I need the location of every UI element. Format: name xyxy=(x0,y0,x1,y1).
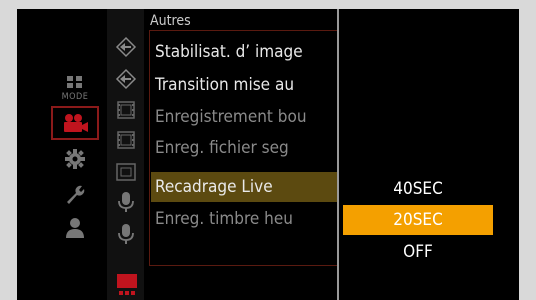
microphone-icon xyxy=(118,224,134,244)
option-off[interactable]: OFF xyxy=(343,237,493,267)
tab-frame[interactable] xyxy=(113,159,139,185)
diamond-arrow-icon xyxy=(115,68,137,90)
mode-icon xyxy=(67,76,82,88)
category-tools[interactable] xyxy=(51,177,99,211)
wrench-icon xyxy=(67,185,85,204)
tab-rec[interactable] xyxy=(115,271,139,300)
tab-diamond-2[interactable] xyxy=(113,66,139,92)
tab-film-2[interactable] xyxy=(113,127,139,153)
video-camera-icon xyxy=(64,114,88,132)
category-column: MODE xyxy=(17,9,107,300)
tab-mic-1[interactable] xyxy=(113,189,139,215)
category-my-menu[interactable] xyxy=(51,211,99,245)
menu-item-timbre[interactable]: Enreg. timbre heu xyxy=(151,204,337,234)
gear-icon xyxy=(65,149,85,169)
film-icon xyxy=(117,131,135,149)
person-icon xyxy=(66,218,84,238)
camera-screen: MODE Autres Stabilisat. d’ image Transit… xyxy=(17,9,519,300)
tab-film-1[interactable] xyxy=(113,97,139,123)
menu-item-enregistrement[interactable]: Enregistrement bou xyxy=(151,102,337,132)
tab-diamond-1[interactable] xyxy=(113,34,139,60)
option-list: 40SEC 20SEC OFF xyxy=(339,9,519,300)
category-mode[interactable]: MODE xyxy=(51,71,99,105)
microphone-icon xyxy=(118,192,134,212)
category-settings[interactable] xyxy=(51,142,99,176)
film-icon xyxy=(117,101,135,119)
tab-mic-2[interactable] xyxy=(113,221,139,247)
rec-icon xyxy=(117,274,137,295)
menu-item-transition[interactable]: Transition mise au xyxy=(151,70,337,100)
page-title: Autres xyxy=(150,13,191,29)
frame-icon xyxy=(116,163,136,181)
menu-list: Autres Stabilisat. d’ image Transition m… xyxy=(147,9,338,300)
category-video[interactable] xyxy=(51,106,99,140)
tab-column xyxy=(107,9,144,300)
menu-item-enreg-fichier[interactable]: Enreg. fichier seg xyxy=(151,133,337,163)
diamond-arrow-icon xyxy=(115,36,137,58)
menu-item-stabilisation[interactable]: Stabilisat. d’ image xyxy=(151,37,337,67)
menu-item-recadrage-live[interactable]: Recadrage Live xyxy=(151,172,337,202)
option-20sec[interactable]: 20SEC xyxy=(343,205,493,235)
mode-label: MODE xyxy=(61,92,89,102)
option-40sec[interactable]: 40SEC xyxy=(343,174,493,204)
